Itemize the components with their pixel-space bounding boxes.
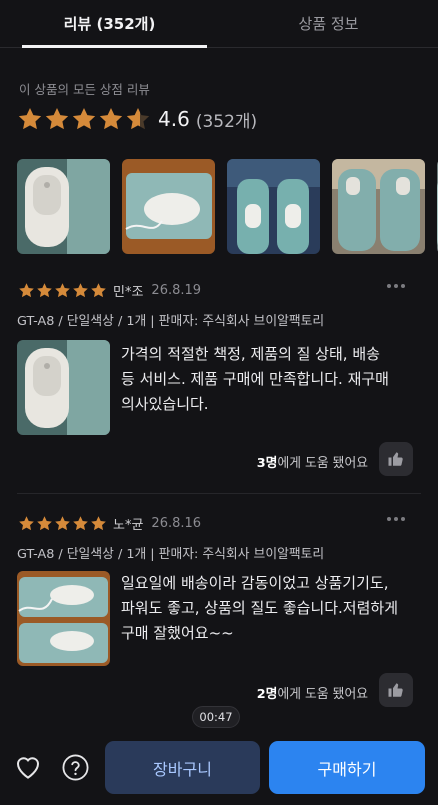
- rating-summary: 4.6 (352개): [17, 104, 257, 134]
- review-text: 일요일에 배송이라 감동이었고 상품기기도, 파워도 좋고, 상품의 질도 좋습…: [121, 574, 399, 642]
- star-icon: [90, 282, 107, 299]
- star-icon: [18, 515, 35, 532]
- video-timer[interactable]: 00:47: [192, 706, 240, 728]
- helpful-like-button[interactable]: [379, 673, 413, 707]
- star-icon: [72, 282, 89, 299]
- review-photo-gallery[interactable]: [17, 159, 438, 254]
- rating-stars: [17, 106, 152, 132]
- bottom-action-bar: 장바구니 구매하기: [0, 734, 438, 805]
- review-option-meta: GT-A8 / 단일색상 / 1개 | 판매자: 주식회사 브이알팩토리: [17, 314, 325, 329]
- helpful-count: 3명에게 도움 됐어요: [256, 456, 368, 471]
- star-icon: [17, 106, 43, 132]
- star-icon: [98, 106, 124, 132]
- review-date: 26.8.19: [151, 282, 202, 298]
- helpful-like-button[interactable]: [379, 442, 413, 476]
- review-header: 노*균 26.8.16: [18, 513, 201, 533]
- review-photo[interactable]: [17, 340, 110, 435]
- review-photo-thumbnail[interactable]: [227, 159, 320, 254]
- review-text: 가격의 적절한 책정, 제품의 질 상태, 배송 등 서비스. 제품 구매에 만…: [121, 345, 389, 413]
- question-circle-icon[interactable]: [61, 753, 90, 782]
- star-icon: [18, 282, 35, 299]
- add-to-cart-button[interactable]: 장바구니: [105, 741, 260, 794]
- more-options-icon[interactable]: [387, 517, 405, 521]
- review-photo[interactable]: [17, 571, 110, 666]
- thumbs-up-icon: [388, 452, 403, 466]
- star-icon: [72, 515, 89, 532]
- review-photo-thumbnail[interactable]: [332, 159, 425, 254]
- tab-bar: 리뷰 (352개) 상품 정보: [0, 0, 438, 48]
- review-photo-thumbnail[interactable]: [122, 159, 215, 254]
- star-icon: [54, 282, 71, 299]
- star-icon: [36, 282, 53, 299]
- review-count: (352개): [195, 111, 258, 132]
- thumbs-up-icon: [388, 683, 403, 697]
- review-header: 민*조 26.8.19: [18, 280, 201, 300]
- tab-product-info[interactable]: 상품 정보: [219, 0, 438, 47]
- reviewer-name: 민*조: [113, 284, 144, 300]
- review-card: 민*조 26.8.19 GT-A8 / 단일색상 / 1개 | 판매자: 주식회…: [0, 280, 438, 495]
- tab-reviews[interactable]: 리뷰 (352개): [0, 0, 219, 48]
- star-icon: [71, 106, 97, 132]
- review-photo-thumbnail[interactable]: [17, 159, 110, 254]
- review-option-meta: GT-A8 / 단일색상 / 1개 | 판매자: 주식회사 브이알팩토리: [17, 547, 325, 562]
- rating-value: 4.6: [158, 107, 190, 131]
- helpful-count: 2명에게 도움 됐어요: [256, 687, 368, 702]
- review-divider: [17, 493, 421, 494]
- star-icon: [90, 515, 107, 532]
- star-icon: [36, 515, 53, 532]
- review-card: 노*균 26.8.16 GT-A8 / 단일색상 / 1개 | 판매자: 주식회…: [0, 513, 438, 713]
- review-date: 26.8.16: [151, 515, 202, 531]
- half-star-icon: [125, 106, 151, 132]
- more-options-icon[interactable]: [387, 284, 405, 288]
- star-icon: [54, 515, 71, 532]
- heart-icon[interactable]: [13, 752, 43, 782]
- reviewer-name: 노*균: [113, 517, 144, 533]
- buy-now-button[interactable]: 구매하기: [269, 741, 425, 794]
- star-icon: [44, 106, 70, 132]
- all-store-reviews-caption: 이 상품의 모든 상점 리뷰: [19, 82, 150, 97]
